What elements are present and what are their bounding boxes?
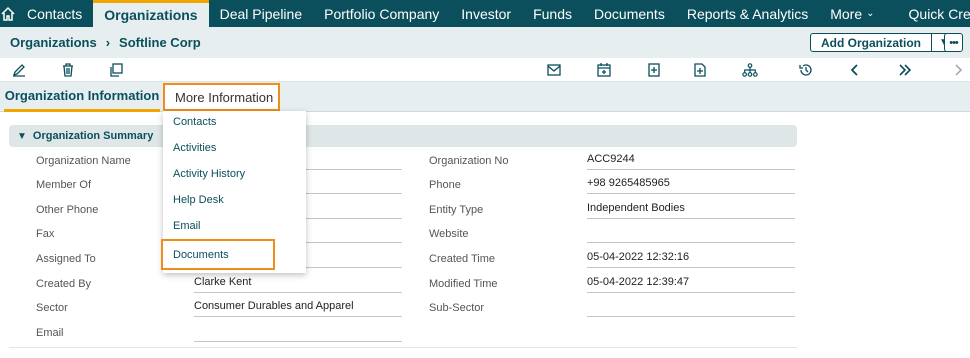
section-divider (9, 347, 797, 348)
field-label: Email (36, 327, 64, 339)
field-value[interactable]: ACC9244 (587, 153, 795, 170)
chevron-down-icon: ▼ (17, 130, 27, 142)
mail-icon[interactable] (546, 62, 562, 78)
previous-icon[interactable] (847, 62, 863, 78)
field-label: Sector (36, 302, 68, 314)
nav-contacts[interactable]: Contacts (16, 0, 93, 27)
breadcrumb-record: Softline Corp (119, 35, 201, 50)
nav-more[interactable]: More ⌄ (819, 0, 885, 27)
field-label: Fax (36, 228, 55, 240)
nav-documents[interactable]: Documents (583, 0, 676, 27)
breadcrumb: Organizations › Softline Corp Add Organi… (0, 27, 970, 58)
nav-funds[interactable]: Funds (522, 0, 583, 27)
field-value[interactable]: Independent Bodies (587, 202, 795, 219)
field-value[interactable]: Consumer Durables and Apparel (194, 300, 402, 317)
field-label: Organization No (429, 155, 509, 167)
menu-item-documents[interactable]: Documents (161, 239, 275, 270)
field-label: Created By (36, 278, 92, 290)
nav-deal-pipeline[interactable]: Deal Pipeline (209, 0, 314, 27)
field-label: Website (429, 228, 469, 240)
field-label: Other Phone (36, 204, 99, 216)
field-label: Modified Time (429, 278, 498, 290)
next-record-icon[interactable] (897, 62, 913, 78)
field-value[interactable]: 05-04-2022 12:39:47 (587, 276, 795, 293)
field-label: Member Of (36, 179, 92, 191)
chevron-right-icon: › (105, 35, 111, 50)
field-value[interactable] (194, 325, 402, 342)
menu-item-help-desk[interactable]: Help Desk (173, 194, 224, 206)
tab-more-information[interactable]: More Information (163, 83, 280, 111)
section-organization-summary[interactable]: ▼ Organization Summary (9, 125, 797, 147)
nav-portfolio-company[interactable]: Portfolio Company (313, 0, 450, 27)
add-organization-label: Add Organization (821, 35, 921, 50)
nav-investor[interactable]: Investor (450, 0, 522, 27)
document-add-icon[interactable] (692, 62, 708, 78)
action-toolbar (0, 58, 970, 82)
field-label: Organization Name (36, 155, 131, 167)
field-label: Created Time (429, 253, 496, 265)
edit-icon[interactable] (11, 62, 27, 78)
home-icon[interactable] (0, 0, 16, 27)
section-title: Organization Summary (32, 130, 154, 142)
more-information-menu: Contacts Activities Activity History Hel… (161, 111, 306, 273)
menu-item-email[interactable]: Email (173, 220, 201, 232)
nav-quick-create[interactable]: Quick Create⌄ (898, 0, 970, 27)
field-value[interactable]: 05-04-2022 12:32:16 (587, 251, 795, 268)
field-label: Assigned To (36, 253, 96, 265)
add-organization-button[interactable]: Add Organization ▼ (810, 33, 957, 52)
field-label: Sub-Sector (429, 302, 485, 314)
field-label: Entity Type (429, 204, 484, 216)
nav-more-label: More (830, 5, 863, 22)
nav-quick-create-label: Quick Create (908, 5, 970, 22)
calendar-add-icon[interactable] (596, 62, 612, 78)
nav-organizations[interactable]: Organizations (93, 0, 209, 27)
field-value[interactable]: +98 9265485965 (587, 177, 795, 194)
tab-organization-information[interactable]: Organization Information (4, 82, 160, 112)
breadcrumb-module[interactable]: Organizations (10, 35, 97, 50)
note-add-icon[interactable] (646, 62, 662, 78)
field-label: Phone (429, 179, 461, 191)
more-actions-icon[interactable]: ••• (944, 33, 963, 52)
menu-item-activity-history[interactable]: Activity History (173, 168, 245, 180)
menu-item-activities[interactable]: Activities (173, 142, 216, 154)
field-value[interactable] (587, 226, 795, 243)
field-value[interactable] (587, 300, 795, 317)
chevron-right-icon[interactable] (950, 62, 966, 78)
menu-item-contacts[interactable]: Contacts (173, 116, 216, 128)
top-nav: Contacts Organizations Deal Pipeline Por… (0, 0, 970, 27)
duplicate-icon[interactable] (108, 62, 124, 78)
chevron-down-icon: ⌄ (866, 8, 875, 19)
delete-icon[interactable] (60, 62, 76, 78)
nav-reports-analytics[interactable]: Reports & Analytics (676, 0, 819, 27)
history-icon[interactable] (798, 62, 814, 78)
field-value[interactable]: Clarke Kent (194, 276, 402, 293)
record-tabs: Organization Information More Informatio… (0, 82, 970, 112)
hierarchy-icon[interactable] (742, 62, 758, 78)
